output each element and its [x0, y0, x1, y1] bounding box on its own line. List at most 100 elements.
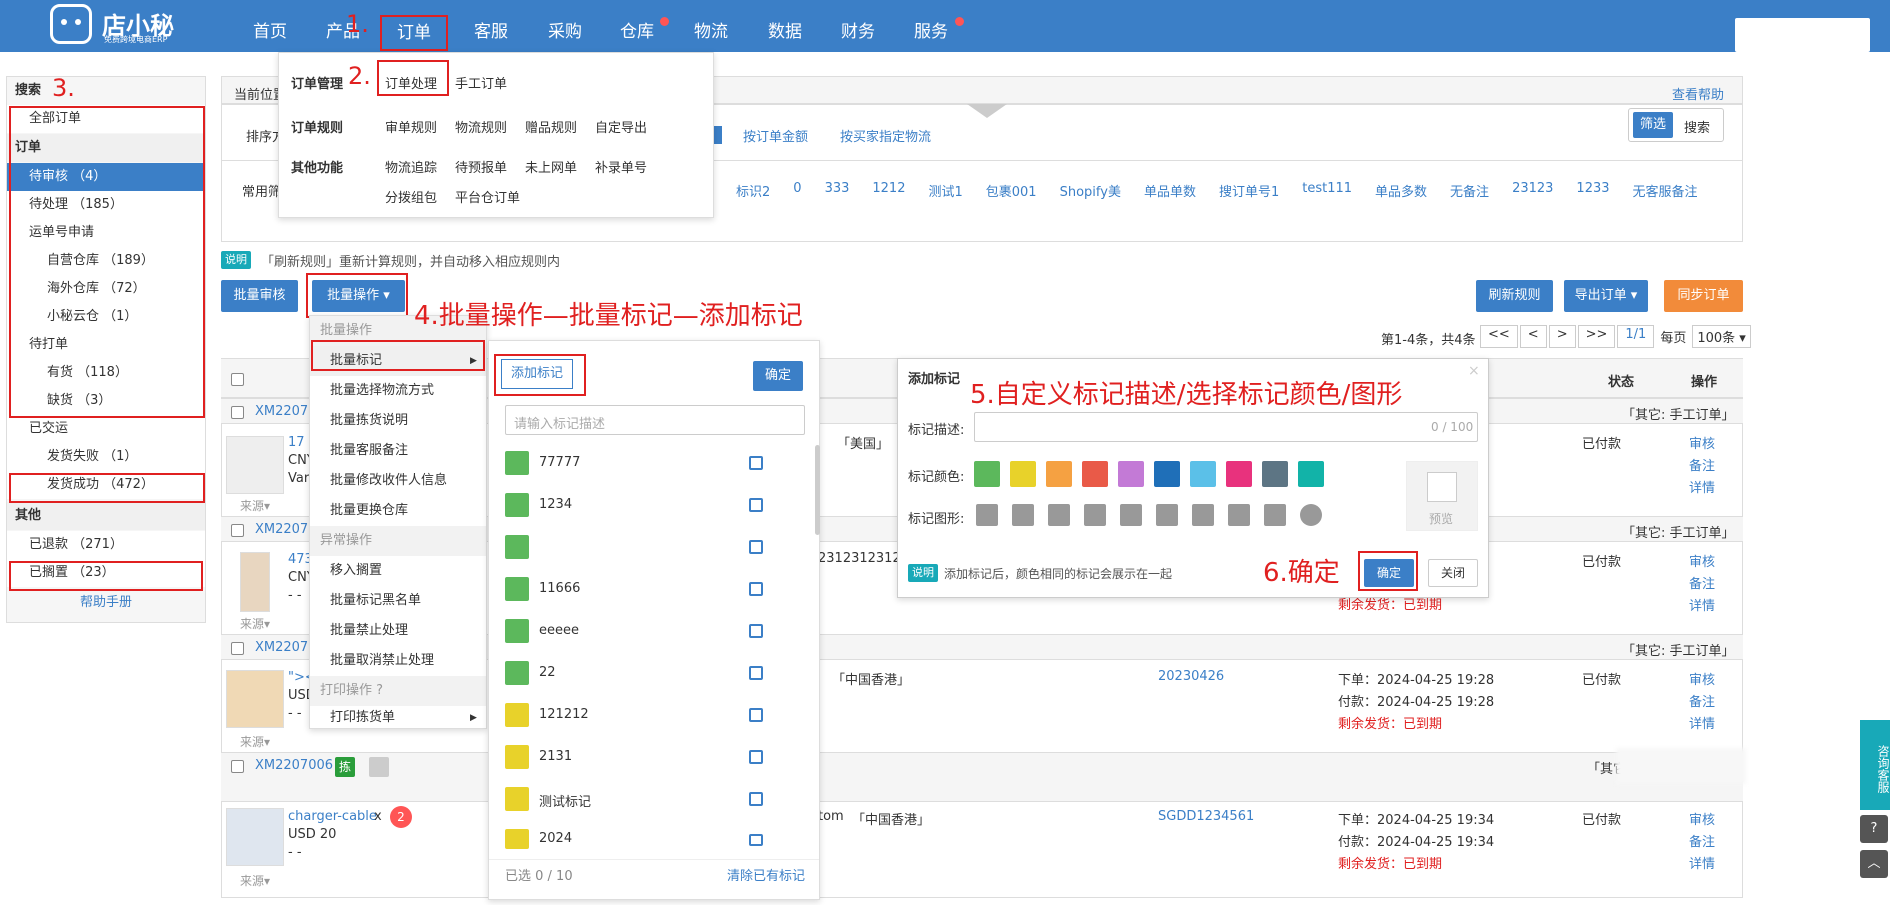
nav-logistics[interactable]: 物流 [686, 14, 736, 50]
pager-page[interactable]: 1/1 [1617, 325, 1655, 348]
color-swatch[interactable] [1298, 461, 1324, 487]
refresh-rules-button[interactable]: 刷新规则 [1476, 280, 1553, 312]
tag-shape-icon[interactable] [976, 504, 998, 526]
edit-icon[interactable] [749, 624, 763, 638]
sort-by-logistics[interactable]: 按买家指定物流 [840, 126, 931, 145]
menu-item[interactable]: 移入搁置 [310, 556, 382, 586]
mark-label[interactable]: 测试标记 [539, 791, 591, 810]
quick-filter-tag[interactable]: 1212 [872, 181, 905, 199]
document-shape-icon[interactable] [1156, 504, 1178, 526]
box-shape-icon[interactable] [1048, 504, 1070, 526]
mark-label[interactable]: 2024 [539, 831, 572, 846]
product-image[interactable] [240, 552, 270, 612]
product-image[interactable] [226, 436, 284, 494]
pager-prev[interactable]: < [1519, 325, 1547, 348]
home-shape-icon[interactable] [1012, 504, 1034, 526]
quick-filter-tag[interactable]: 0 [793, 181, 801, 199]
nav-data[interactable]: 数据 [760, 14, 810, 50]
truck-shape-icon[interactable] [1120, 504, 1142, 526]
menu-item[interactable]: 平台仓订单 [455, 187, 520, 206]
back-to-top-icon[interactable]: ︿ [1860, 850, 1888, 878]
color-swatch[interactable] [1190, 461, 1216, 487]
quick-filter-tag[interactable]: 333 [825, 181, 850, 199]
mark-label[interactable]: 2131 [539, 749, 572, 764]
logo[interactable]: 店小秘 免费跨境电商ERP [50, 0, 200, 50]
nav-home[interactable]: 首页 [245, 14, 295, 50]
store-shape-icon[interactable] [1192, 504, 1214, 526]
pager-first[interactable]: << [1480, 325, 1518, 348]
menu-item[interactable]: 物流规则 [455, 117, 507, 136]
tracking-number[interactable]: SGDD1234561 [1158, 809, 1254, 824]
menu-item[interactable]: 物流追踪 [385, 157, 437, 176]
audit-link[interactable]: 审核 [1689, 809, 1715, 828]
product-image[interactable] [226, 670, 284, 728]
menu-item[interactable]: 批量选择物流方式 [310, 376, 434, 406]
color-swatch[interactable] [1118, 461, 1144, 487]
nav-purchase[interactable]: 采购 [540, 14, 590, 50]
menu-item[interactable]: 批量拣货说明 [310, 406, 408, 436]
quick-filter-tag[interactable]: 标识2 [736, 181, 770, 200]
row-checkbox[interactable] [231, 524, 244, 537]
sync-orders-button[interactable]: 同步订单 [1664, 280, 1743, 312]
order-id[interactable]: XM22070 [255, 404, 316, 419]
filter-button[interactable]: 筛选 [1633, 112, 1673, 138]
scrollbar[interactable] [815, 445, 820, 535]
audit-link[interactable]: 审核 [1689, 433, 1715, 452]
quick-filter-tag[interactable]: test111 [1302, 181, 1352, 199]
nav-service[interactable]: 客服 [466, 14, 516, 50]
order-id[interactable]: XM22070 [255, 640, 316, 655]
quick-filter-tag[interactable]: 测试1 [928, 181, 962, 200]
menu-item[interactable]: 自定导出 [595, 117, 647, 136]
edit-icon[interactable] [749, 456, 763, 470]
quick-filter-tag[interactable]: 包裹001 [986, 181, 1037, 200]
page-size-select[interactable]: 100条 ▾ [1692, 325, 1751, 348]
close-button[interactable]: 关闭 [1428, 559, 1478, 587]
menu-item[interactable]: 批量修改收件人信息 [310, 466, 447, 496]
sort-by-amount[interactable]: 按订单金额 [743, 126, 808, 145]
row-checkbox[interactable] [231, 406, 244, 419]
menu-item[interactable]: 批量客服备注 [310, 436, 408, 466]
edit-icon[interactable] [749, 750, 763, 764]
remark-link[interactable]: 备注 [1689, 455, 1715, 474]
menu-item[interactable]: 未上网单 [525, 157, 577, 176]
quick-filter-tag[interactable]: 无客服备注 [1633, 181, 1698, 200]
menu-item[interactable]: 审单规则 [385, 117, 437, 136]
menu-item[interactable]: 分拨组包 [385, 187, 437, 206]
order-id[interactable]: XM22070 [255, 522, 316, 537]
menu-item[interactable]: 待预报单 [455, 157, 507, 176]
copy-shape-icon[interactable] [1084, 504, 1106, 526]
bell-shape-icon[interactable] [1228, 504, 1250, 526]
product-image[interactable] [226, 808, 284, 866]
source-dropdown[interactable]: 来源▾ [240, 872, 270, 889]
batch-audit-button[interactable]: 批量审核 [221, 280, 298, 312]
nav-warehouse[interactable]: 仓库 [612, 14, 662, 50]
help-icon[interactable]: ? [1860, 815, 1888, 843]
pager-next[interactable]: > [1548, 325, 1576, 348]
menu-item-manual-order[interactable]: 手工订单 [455, 73, 507, 92]
color-swatch[interactable] [1154, 461, 1180, 487]
sidebar-shipped[interactable]: 已交运 [7, 415, 205, 443]
mark-label[interactable]: 1234 [539, 497, 572, 512]
menu-item-print-pick[interactable]: 打印拣货单 ▶ [310, 706, 486, 730]
quick-filter-tag[interactable]: 无备注 [1450, 181, 1489, 200]
edit-icon[interactable] [749, 582, 763, 596]
color-swatch[interactable] [1046, 461, 1072, 487]
sidebar-ship-failed[interactable]: 发货失败 （1） [7, 443, 205, 471]
menu-item[interactable]: 补录单号 [595, 157, 647, 176]
row-checkbox[interactable] [231, 642, 244, 655]
order-id[interactable]: XM2207006 [255, 758, 333, 773]
mark-ok-button[interactable]: 确定 [753, 361, 803, 391]
mark-desc-input[interactable]: 0 / 100 [974, 412, 1478, 442]
mark-label[interactable]: 22 [539, 665, 556, 680]
detail-link[interactable]: 详情 [1689, 853, 1715, 872]
check-shape-icon[interactable] [1300, 504, 1322, 526]
nav-services[interactable]: 服务 [906, 14, 956, 50]
detail-link[interactable]: 详情 [1689, 595, 1715, 614]
sidebar-refunded[interactable]: 已退款 （271） [7, 531, 205, 559]
product-name[interactable]: charger-cable [288, 809, 377, 824]
edit-icon[interactable] [749, 834, 763, 846]
edit-icon[interactable] [749, 792, 763, 806]
edit-icon[interactable] [749, 666, 763, 680]
quick-filter-tag[interactable]: 单品单数 [1144, 181, 1196, 200]
color-swatch[interactable] [1262, 461, 1288, 487]
